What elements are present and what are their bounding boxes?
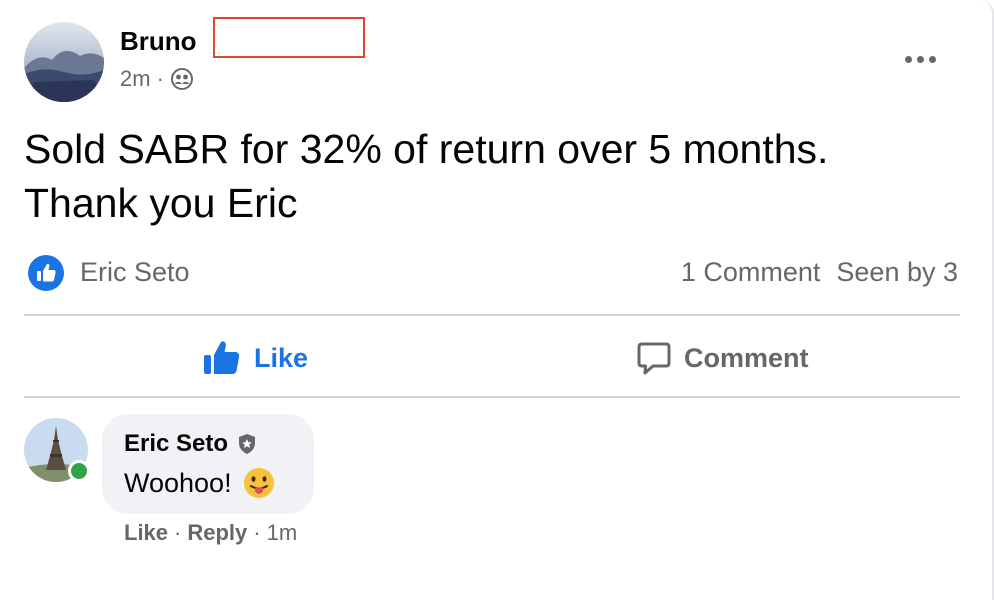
thumbs-up-icon (202, 338, 242, 378)
reactor-name[interactable]: Eric Seto (80, 257, 190, 288)
comment-count[interactable]: 1 Comment (681, 257, 821, 288)
comment-button[interactable]: Comment (636, 332, 809, 384)
friends-icon[interactable] (170, 67, 194, 91)
commenter-name[interactable]: Eric Seto (124, 430, 228, 458)
divider (24, 314, 960, 316)
meta-separator: · (156, 66, 164, 91)
post-stats: 1 Comment Seen by 3 (681, 257, 958, 288)
comment-separator: · (253, 520, 261, 545)
comment-actions: Like · Reply · 1m (124, 520, 297, 546)
seen-by[interactable]: Seen by 3 (836, 257, 958, 288)
divider (24, 396, 960, 398)
comment-header: Eric Seto (124, 430, 258, 458)
verified-shield-icon (236, 433, 258, 455)
comment-button-label: Comment (684, 342, 809, 373)
like-reaction-icon[interactable] (28, 255, 64, 291)
tongue-emoji-icon (242, 466, 276, 500)
speech-bubble-icon (636, 340, 672, 376)
author-name[interactable]: Bruno (120, 26, 197, 57)
post-text: Sold SABR for 32% of return over 5 month… (24, 122, 964, 230)
comment-like-link[interactable]: Like (124, 520, 168, 546)
author-avatar[interactable] (24, 22, 104, 102)
like-button[interactable]: Like (202, 332, 308, 384)
redaction-box (213, 17, 365, 58)
post-text-line: Thank you Eric (24, 180, 298, 226)
comment-text: Woohoo! (124, 467, 232, 498)
more-options-icon[interactable] (905, 54, 941, 64)
comment-text-row: Woohoo! (124, 466, 276, 500)
post-time[interactable]: 2m (120, 66, 151, 92)
post-card: Bruno 2m · Sold SABR for 32% of return o… (0, 0, 994, 600)
comment-time[interactable]: 1m (267, 520, 298, 546)
post-meta: 2m · (120, 66, 194, 92)
post-text-line: Sold SABR for 32% of return over 5 month… (24, 126, 829, 172)
like-button-label: Like (254, 342, 309, 373)
comment-reply-link[interactable]: Reply (187, 520, 247, 546)
online-status-dot (68, 460, 90, 482)
comment-separator: · (174, 520, 182, 545)
